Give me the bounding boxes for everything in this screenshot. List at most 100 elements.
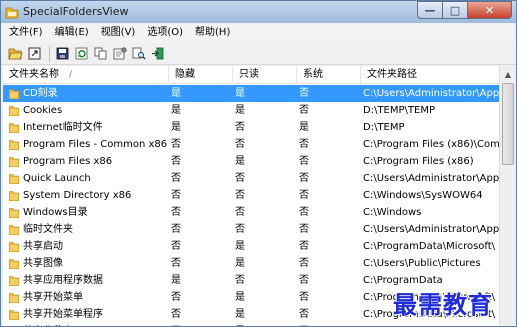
minimize-button[interactable]: — [417, 1, 443, 19]
properties-button[interactable] [111, 45, 128, 62]
maximize-button[interactable]: □ [443, 1, 468, 19]
app-icon [5, 7, 19, 19]
hidden-cell: 否 [171, 323, 233, 326]
table-row[interactable]: Quick Launch 否 否 否 C:\Users\Administrator\Ap… [3, 170, 499, 187]
table-row[interactable]: Program Files - Common x86 否 否 否 C:\Program … [3, 136, 499, 153]
menu-options[interactable]: 选项(O) [141, 25, 189, 41]
scroll-up-button[interactable]: ▲ [500, 66, 516, 83]
folder-icon [9, 276, 19, 286]
table-row[interactable]: Cookies 是 是 否 D:\TEMP\TEMP [3, 102, 499, 119]
table-row[interactable]: 临时文件夹 否 否 否 C:\Users\Administrator\App [3, 221, 499, 238]
readonly-cell: 否 [235, 139, 245, 150]
hidden-cell: 否 [171, 207, 181, 218]
folder-name: Windows目录 [23, 207, 88, 218]
vertical-scrollbar[interactable]: ▲ [499, 66, 516, 326]
folder-path-cell: C:\Users\Administrator\App [363, 88, 499, 99]
exit-icon [152, 47, 164, 60]
folder-icon [9, 157, 19, 167]
table-row[interactable]: System Directory x86 否 否 否 C:\Windows\SysWOW… [3, 187, 499, 204]
folder-name-cell: 共享启动 [9, 238, 167, 255]
system-cell: 否 [299, 88, 309, 99]
column-header-system[interactable]: 系统 [297, 66, 361, 84]
table-row[interactable]: Internet临时文件 是 否 是 D:\TEMP [3, 119, 499, 136]
toolbar-separator [49, 45, 50, 62]
table-row[interactable]: Program Files x86 否 是 否 C:\Program Files (x8… [3, 153, 499, 170]
column-header-folder-name[interactable]: 文件夹名称 / [3, 66, 169, 84]
folder-name: 共享启动 [23, 241, 63, 252]
window-title: SpecialFoldersView [23, 5, 129, 18]
folder-name-cell: Program Files x86 [9, 153, 167, 170]
menu-help[interactable]: 帮助(H) [189, 25, 236, 41]
folder-name-cell: System Directory x86 [9, 187, 167, 204]
folder-name: Cookies [23, 105, 63, 116]
folder-name: CD刻录 [23, 88, 58, 99]
system-cell: 否 [299, 224, 309, 235]
hidden-cell: 否 [171, 139, 181, 150]
table-row[interactable]: 共享图像 否 是 否 C:\Users\Public\Pictures [3, 255, 499, 272]
folder-icon [9, 259, 19, 269]
system-cell: 否 [299, 292, 309, 303]
hidden-cell: 否 [171, 190, 181, 201]
folder-path-cell: C:\Users\Administrator\App [363, 173, 499, 184]
folder-path-cell: C:\Program Files (x86) [363, 156, 474, 167]
refresh-button[interactable] [73, 45, 90, 62]
folder-name-cell: 共享应用程序数据 [9, 272, 167, 289]
scroll-thumb[interactable] [502, 83, 514, 165]
folder-name: Program Files x86 [23, 156, 113, 167]
find-button[interactable] [130, 45, 147, 62]
readonly-cell: 否 [235, 275, 245, 286]
folder-path-cell: C:\Users\Administrator\App [363, 224, 499, 235]
folder-name-cell: 共享开始菜单程序 [9, 306, 167, 323]
folder-name-cell: 临时文件夹 [9, 221, 167, 238]
column-header-hidden[interactable]: 隐藏 [169, 66, 233, 84]
copy-button[interactable] [92, 45, 109, 62]
open-folder-button[interactable] [7, 45, 24, 62]
hidden-cell: 是 [171, 275, 181, 286]
table-row[interactable]: Windows目录 否 否 否 C:\Windows [3, 204, 499, 221]
save-button[interactable] [54, 45, 71, 62]
readonly-cell: 否 [235, 122, 245, 133]
list-header: 文件夹名称 / 隐藏 只读 系统 文件夹路径 [3, 66, 499, 84]
save-icon [56, 47, 69, 60]
close-icon: ✕ [484, 3, 495, 17]
hidden-cell: 否 [171, 241, 181, 252]
folder-path-cell: C:\Users\Public\Pictures [363, 258, 481, 269]
hidden-cell: 否 [171, 292, 181, 303]
folder-name: 共享开始菜单程序 [23, 309, 103, 320]
table-row[interactable]: 共享收藏夹否是否C:\Users\Administrator\Fav [3, 323, 499, 326]
folder-name: 临时文件夹 [23, 224, 73, 235]
hidden-cell: 否 [171, 224, 181, 235]
column-header-folder-path[interactable]: 文件夹路径 [361, 66, 499, 84]
folder-icon [9, 140, 19, 150]
folder-icon [9, 293, 19, 303]
folder-name-cell: Program Files - Common x86 [9, 136, 167, 153]
chevron-up-icon: ▲ [504, 70, 512, 79]
exit-button[interactable] [149, 45, 166, 62]
system-cell: 否 [299, 139, 309, 150]
folder-path-cell: D:\TEMP\TEMP [363, 105, 435, 116]
readonly-cell: 否 [235, 207, 245, 218]
system-cell: 否 [299, 173, 309, 184]
readonly-cell: 是 [235, 309, 245, 320]
column-header-label: 系统 [303, 69, 323, 80]
hidden-cell: 否 [171, 173, 181, 184]
folder-icon [9, 225, 19, 235]
readonly-cell: 否 [235, 173, 245, 184]
watermark-text: 最需教育 [393, 290, 493, 319]
folder-name: 共享应用程序数据 [23, 275, 103, 286]
column-header-readonly[interactable]: 只读 [233, 66, 297, 84]
copy-icon [94, 47, 107, 60]
folder-path-cell: C:\Program Files (x86)\Com [363, 139, 499, 150]
open-folder-icon [8, 48, 23, 60]
menu-edit[interactable]: 编辑(E) [49, 25, 95, 41]
table-row[interactable]: 共享启动 否 是 否 C:\ProgramData\Microsoft\ [3, 238, 499, 255]
menu-view[interactable]: 视图(V) [95, 25, 142, 41]
close-button[interactable]: ✕ [468, 1, 512, 19]
table-row[interactable]: CD刻录 是 是 否 C:\Users\Administrator\App [3, 85, 499, 102]
folder-name: Program Files - Common x86 [23, 139, 167, 150]
menu-file[interactable]: 文件(F) [3, 25, 49, 41]
sort-indicator: / [69, 70, 73, 80]
title-bar[interactable]: SpecialFoldersView — □ ✕ [1, 1, 516, 23]
window-button[interactable] [26, 45, 43, 62]
readonly-cell: 是 [235, 292, 245, 303]
